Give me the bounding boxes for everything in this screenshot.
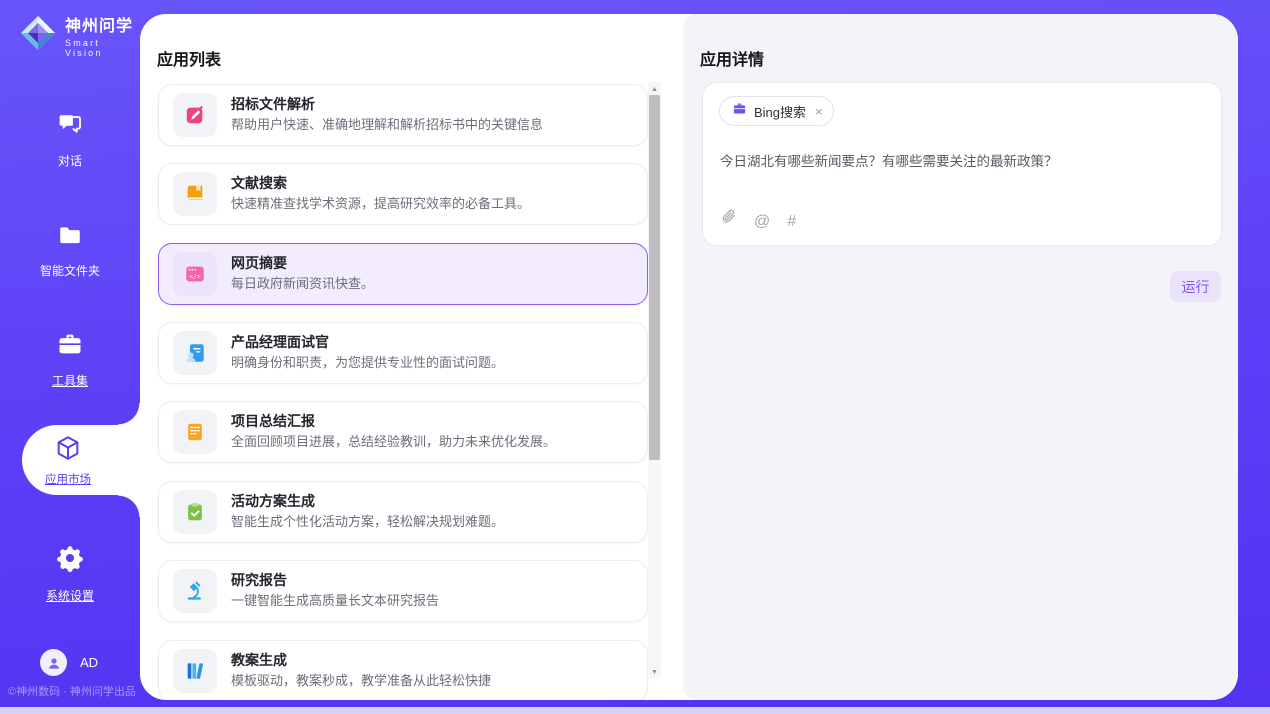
browser-code-icon: </> bbox=[173, 252, 217, 296]
main-container: 应用列表 招标文件解析 帮助用户快速、准确地理解和解析招标书中的关键信息 bbox=[140, 14, 1238, 700]
app-card-name: 招标文件解析 bbox=[231, 97, 543, 111]
paperclip-icon[interactable] bbox=[720, 207, 737, 230]
app-card-pm-interviewer[interactable]: 产品经理面试官 明确身份和职责，为您提供专业性的面试问题。 bbox=[158, 322, 648, 384]
briefcase-icon bbox=[732, 101, 747, 121]
app-card-desc: 明确身份和职责，为您提供专业性的面试问题。 bbox=[231, 356, 504, 371]
chat-icon bbox=[55, 110, 85, 143]
app-card-name: 产品经理面试官 bbox=[231, 335, 504, 349]
microscope-icon bbox=[173, 569, 217, 613]
tool-chip-label: Bing搜索 bbox=[754, 102, 806, 121]
app-list-scrollbar[interactable]: ▲ ▼ bbox=[648, 82, 661, 679]
hash-icon[interactable]: # bbox=[787, 214, 796, 230]
app-card-desc: 快速精准查找学术资源，提高研究效率的必备工具。 bbox=[231, 197, 530, 212]
app-card-lesson-plan-generator[interactable]: 教案生成 模板驱动，教案秒成，教学准备从此轻松快捷 bbox=[158, 640, 648, 700]
scroll-up-icon[interactable]: ▲ bbox=[648, 83, 661, 95]
brand-name: 神州问学 bbox=[65, 12, 140, 36]
app-detail-title: 应用详情 bbox=[700, 46, 764, 70]
app-card-literature-search[interactable]: 文献搜索 快速精准查找学术资源，提高研究效率的必备工具。 bbox=[158, 163, 648, 225]
app-card-web-summary-selected[interactable]: </> 网页摘要 每日政府新闻资讯快查。 bbox=[158, 243, 648, 305]
user-account[interactable]: AD bbox=[40, 649, 98, 676]
app-list-title: 应用列表 bbox=[157, 46, 221, 70]
sidebar-item-label: 工具集 bbox=[52, 372, 88, 389]
app-card-name: 文献搜索 bbox=[231, 176, 530, 190]
app-card-name: 活动方案生成 bbox=[231, 494, 504, 508]
query-input-text[interactable]: 今日湖北有哪些新闻要点？有哪些需要关注的最新政策？ bbox=[720, 152, 1201, 172]
gem-logo-icon bbox=[18, 13, 58, 58]
brand-logo: 神州问学 Smart Vision bbox=[18, 12, 140, 58]
app-card-desc: 帮助用户快速、准确地理解和解析招标书中的关键信息 bbox=[231, 118, 543, 133]
app-window: 神州问学 Smart Vision 对话 智能文件夹 bbox=[0, 0, 1270, 714]
close-icon[interactable]: × bbox=[815, 104, 823, 119]
query-editor-card[interactable]: Bing搜索 × 今日湖北有哪些新闻要点？有哪些需要关注的最新政策？ @ # bbox=[702, 82, 1222, 246]
app-card-research-report[interactable]: 研究报告 一键智能生成高质量长文本研究报告 bbox=[158, 560, 648, 622]
sidebar-item-chat[interactable]: 对话 bbox=[0, 110, 140, 169]
composer-toolbar: @ # bbox=[720, 207, 796, 230]
books-icon bbox=[173, 649, 217, 693]
doc-edit-icon bbox=[173, 93, 217, 137]
avatar bbox=[40, 649, 67, 676]
scrollbar-thumb[interactable] bbox=[649, 95, 660, 460]
sidebar-item-smart-folder[interactable]: 智能文件夹 bbox=[0, 222, 140, 279]
app-card-name: 项目总结汇报 bbox=[231, 414, 556, 428]
brand-subtitle: Smart Vision bbox=[65, 38, 140, 58]
document-person-icon bbox=[173, 331, 217, 375]
app-card-desc: 模板驱动，教案秒成，教学准备从此轻松快捷 bbox=[231, 674, 491, 689]
briefcase-icon bbox=[55, 330, 85, 363]
scroll-down-icon[interactable]: ▼ bbox=[648, 666, 661, 678]
sidebar-footer-credit: ©神州数码 · 神州问学出品 bbox=[8, 683, 136, 699]
app-list: 招标文件解析 帮助用户快速、准确地理解和解析招标书中的关键信息 文献搜索 快速精… bbox=[158, 84, 648, 700]
active-tab-fillet-bottom bbox=[118, 495, 140, 517]
clipboard-check-icon bbox=[173, 490, 217, 534]
sidebar-item-label: 对话 bbox=[58, 152, 82, 169]
sidebar-item-settings[interactable]: 系统设置 bbox=[0, 543, 140, 604]
folder-icon bbox=[55, 222, 85, 253]
app-card-desc: 每日政府新闻资讯快查。 bbox=[231, 277, 374, 292]
gear-icon bbox=[55, 543, 85, 578]
app-card-name: 网页摘要 bbox=[231, 256, 374, 270]
app-card-desc: 一键智能生成高质量长文本研究报告 bbox=[231, 594, 439, 609]
app-detail-panel: 应用详情 Bing搜索 × 今日湖北有哪些新闻要点？有哪些需要关注的最新政策？ bbox=[683, 14, 1238, 700]
app-card-name: 研究报告 bbox=[231, 573, 439, 587]
run-button[interactable]: 运行 bbox=[1170, 271, 1221, 302]
sidebar: 神州问学 Smart Vision 对话 智能文件夹 bbox=[0, 0, 140, 714]
note-icon bbox=[173, 410, 217, 454]
tool-chip-bing-search[interactable]: Bing搜索 × bbox=[719, 96, 834, 126]
sidebar-item-label: 智能文件夹 bbox=[40, 262, 100, 279]
app-card-bid-document-analysis[interactable]: 招标文件解析 帮助用户快速、准确地理解和解析招标书中的关键信息 bbox=[158, 84, 648, 146]
user-initials: AD bbox=[80, 655, 98, 670]
app-card-event-plan-generator[interactable]: 活动方案生成 智能生成个性化活动方案，轻松解决规划难题。 bbox=[158, 481, 648, 543]
sidebar-item-toolset[interactable]: 工具集 bbox=[0, 330, 140, 389]
active-tab-fillet-top bbox=[118, 403, 140, 425]
app-card-desc: 全面回顾项目进展，总结经验教训，助力未来优化发展。 bbox=[231, 435, 556, 450]
app-card-project-summary[interactable]: 项目总结汇报 全面回顾项目进展，总结经验教训，助力未来优化发展。 bbox=[158, 401, 648, 463]
cube-icon bbox=[54, 434, 82, 467]
svg-text:</>: </> bbox=[189, 272, 201, 280]
window-bottom-edge bbox=[0, 707, 1270, 714]
mention-icon[interactable]: @ bbox=[754, 214, 770, 230]
sidebar-item-label: 应用市场 bbox=[45, 471, 91, 487]
sidebar-item-app-market-active[interactable]: 应用市场 bbox=[22, 425, 140, 495]
sidebar-item-label: 系统设置 bbox=[46, 587, 94, 604]
app-card-name: 教案生成 bbox=[231, 653, 491, 667]
book-icon bbox=[173, 172, 217, 216]
app-card-desc: 智能生成个性化活动方案，轻松解决规划难题。 bbox=[231, 515, 504, 530]
